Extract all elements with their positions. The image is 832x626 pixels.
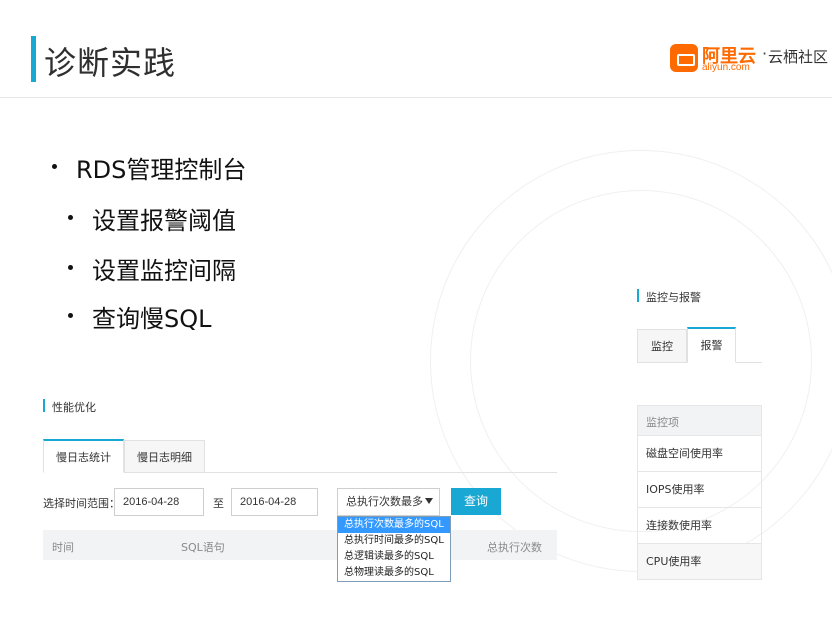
- logo-brand-en: aliyun.com: [702, 62, 750, 73]
- monitor-item[interactable]: 连接数使用率: [637, 508, 762, 544]
- sort-dropdown-menu: 总执行次数最多的SQL 总执行时间最多的SQL 总逻辑读最多的SQL 总物理读最…: [337, 516, 451, 582]
- header-divider: [0, 97, 832, 98]
- bullet-sub-text: 设置监控间隔: [92, 257, 236, 285]
- bullet-dot: [68, 215, 73, 220]
- monitor-list-header: 监控项: [637, 405, 762, 436]
- monitor-list-header-label: 监控项: [646, 416, 679, 429]
- aliyun-logo: 阿里云 aliyun.com · 云栖社区: [670, 42, 830, 76]
- monitor-item[interactable]: 磁盘空间使用率: [637, 436, 762, 472]
- section-accent-bar: [43, 399, 45, 412]
- column-header-sql: SQL语句: [181, 541, 225, 554]
- logo-separator: ·: [762, 44, 768, 63]
- monitor-item[interactable]: IOPS使用率: [637, 472, 762, 508]
- monitor-item[interactable]: CPU使用率: [637, 544, 762, 580]
- bullet-sub-text: 设置报警阈值: [92, 207, 236, 235]
- bullet-dot: [52, 164, 57, 169]
- monitor-section-title: 监控与报警: [646, 291, 701, 304]
- bullet-dot: [68, 313, 73, 318]
- tab-slow-log-stats[interactable]: 慢日志统计: [43, 439, 124, 473]
- perf-section-title: 性能优化: [52, 401, 96, 414]
- column-header-time: 时间: [52, 541, 74, 554]
- sort-select[interactable]: 总执行次数最多: [337, 488, 440, 516]
- bullet-main-text: RDS管理控制台: [76, 156, 247, 184]
- tab-slow-log-detail[interactable]: 慢日志明细: [124, 440, 205, 473]
- query-button[interactable]: 查询: [451, 488, 501, 515]
- sort-select-value: 总执行次数最多: [346, 496, 423, 508]
- logo-community: 云栖社区: [768, 48, 829, 66]
- title-accent-bar: [31, 36, 36, 82]
- sort-option[interactable]: 总逻辑读最多的SQL: [338, 549, 450, 565]
- tab-alert[interactable]: 报警: [687, 327, 736, 363]
- slow-log-table-header: 时间 SQL语句 总执行次数: [43, 530, 557, 560]
- bullet-sub-text: 查询慢SQL: [92, 305, 212, 333]
- chevron-down-icon: [425, 498, 433, 504]
- slide-title: 诊断实践: [44, 44, 177, 82]
- tab-monitor[interactable]: 监控: [637, 329, 687, 363]
- sort-option[interactable]: 总物理读最多的SQL: [338, 565, 450, 581]
- sort-option[interactable]: 总执行时间最多的SQL: [338, 533, 450, 549]
- bullet-dot: [68, 265, 73, 270]
- to-label: 至: [213, 497, 224, 510]
- start-date-input[interactable]: 2016-04-28: [114, 488, 204, 516]
- aliyun-logo-icon: [670, 44, 698, 72]
- end-date-input[interactable]: 2016-04-28: [231, 488, 318, 516]
- sort-option[interactable]: 总执行次数最多的SQL: [338, 517, 450, 533]
- section-accent-bar: [637, 289, 639, 302]
- time-range-label: 选择时间范围：: [43, 497, 120, 510]
- column-header-exec-count: 总执行次数: [487, 541, 542, 554]
